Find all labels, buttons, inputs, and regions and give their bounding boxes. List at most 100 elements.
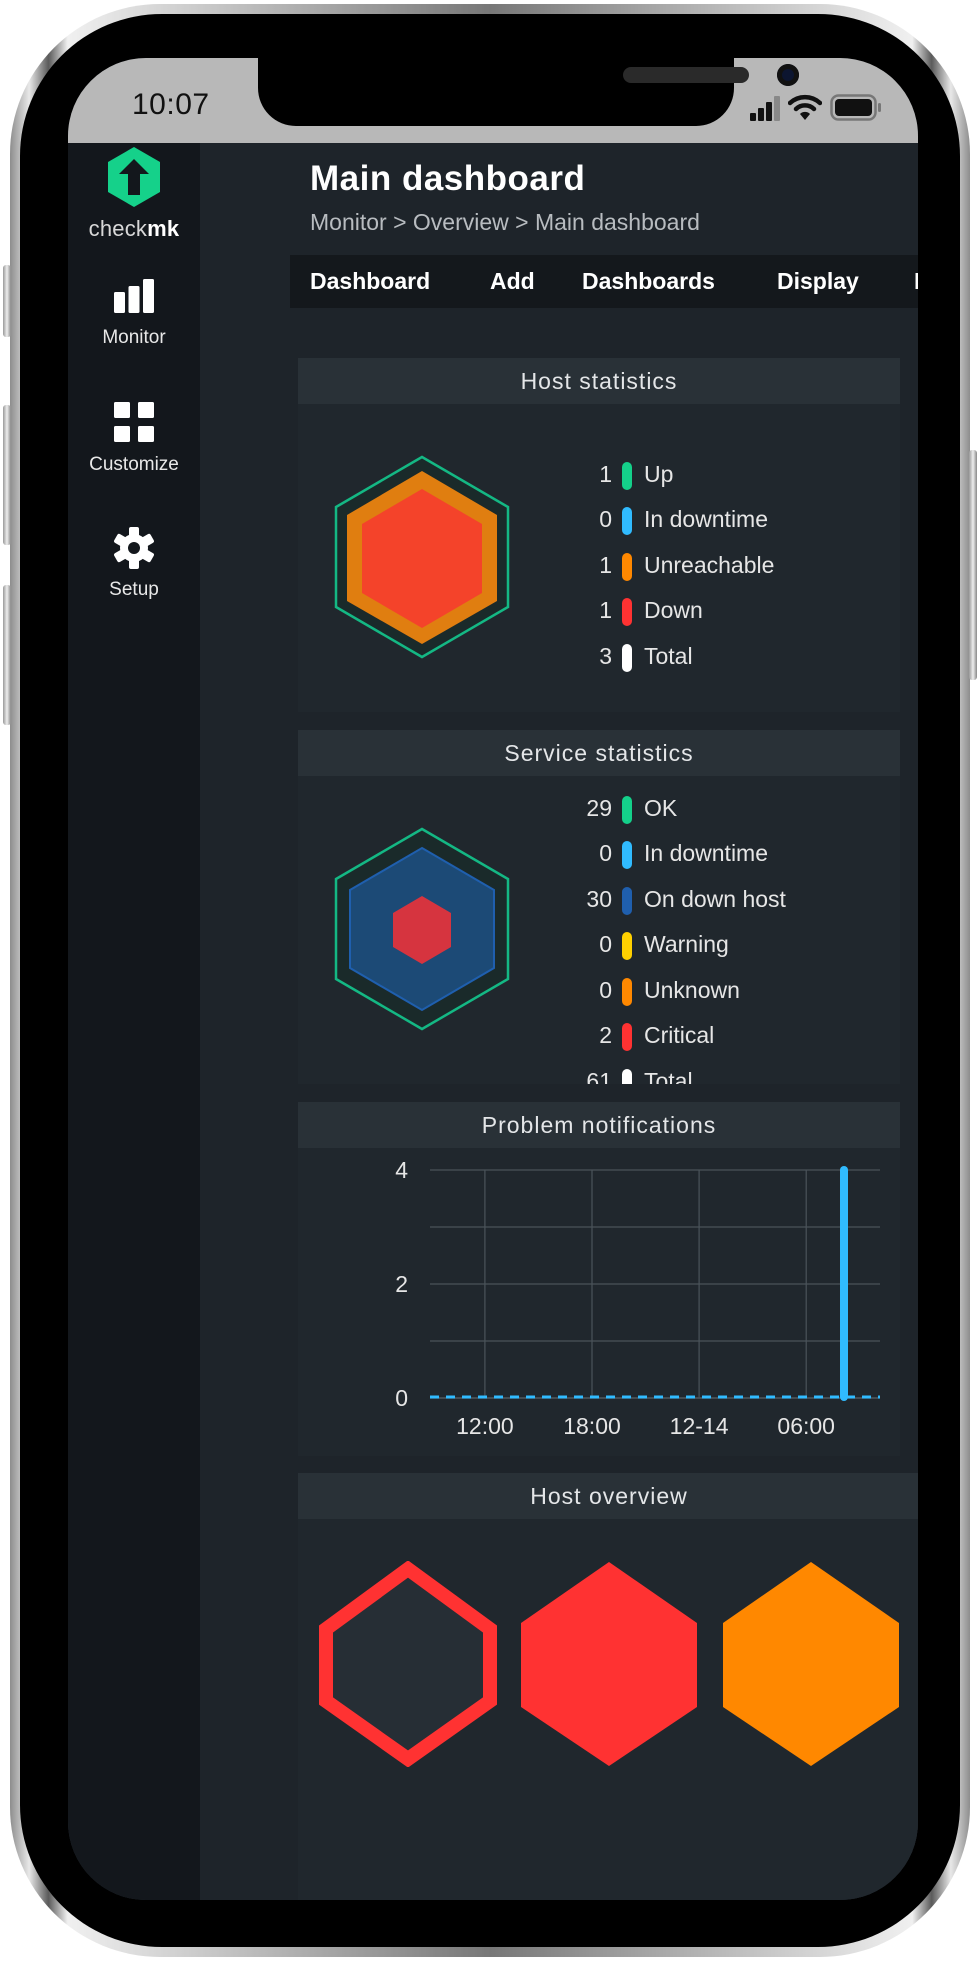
legend-label: Down xyxy=(644,597,703,623)
host-overview-dashlet: Host overview xyxy=(298,1473,918,1900)
dashlet-title: Host overview xyxy=(298,1473,918,1519)
menu-dashboards[interactable]: Dashboards xyxy=(582,268,715,295)
legend-label: Critical xyxy=(644,1022,715,1048)
legend-value: 29 xyxy=(586,795,612,821)
legend-row-total[interactable]: 3 Total xyxy=(552,636,892,676)
grid-icon xyxy=(114,402,154,442)
notch xyxy=(258,58,799,126)
phone-power-button xyxy=(969,450,977,680)
bar-chart-icon xyxy=(114,279,154,313)
status-color-bar xyxy=(622,644,632,672)
wifi-icon xyxy=(788,94,822,120)
breadcrumb[interactable]: Monitor > Overview > Main dashboard xyxy=(310,209,700,236)
legend-row-down[interactable]: 1 Down xyxy=(552,590,892,630)
service-statistics-hexagon[interactable] xyxy=(332,826,512,1032)
legend-value: 1 xyxy=(599,461,612,487)
legend-label: Unreachable xyxy=(644,552,775,578)
legend-value: 3 xyxy=(599,643,612,669)
main-content: Main dashboard Monitor > Overview > Main… xyxy=(200,143,918,1900)
menu-bar: Dashboard Add Dashboards Display Help xyxy=(290,255,918,308)
legend-value: 2 xyxy=(599,1022,612,1048)
speaker xyxy=(623,67,749,83)
legend-row-up[interactable]: 1 Up xyxy=(552,454,892,494)
x-tick-label: 06:00 xyxy=(777,1413,835,1439)
sidebar-item-customize[interactable]: Customize xyxy=(68,401,200,476)
host-statistics-hexagon[interactable] xyxy=(332,454,512,660)
y-tick-label: 4 xyxy=(395,1157,408,1183)
host-hexagon-3[interactable] xyxy=(721,1561,901,1767)
sidebar-item-label: Monitor xyxy=(102,327,166,348)
cellular-signal-icon xyxy=(750,96,780,121)
service-statistics-dashlet: Service statistics 29 OK 0 In downtime 30 O… xyxy=(298,730,900,1084)
legend-label: On down host xyxy=(644,886,786,912)
legend-label: In downtime xyxy=(644,506,769,532)
host-hexagon-1[interactable] xyxy=(318,1561,498,1767)
sidebar-item-monitor[interactable]: Monitor xyxy=(68,278,200,349)
checkmk-logo-icon xyxy=(108,147,160,207)
dashlet-title: Host statistics xyxy=(298,358,900,404)
phone-silent-switch xyxy=(3,265,11,337)
legend-value: 30 xyxy=(586,886,612,912)
legend-value: 0 xyxy=(599,977,612,1003)
battery-icon xyxy=(830,94,881,121)
logo-text-bold: mk xyxy=(147,216,180,241)
phone-volume-up xyxy=(3,405,11,545)
phone-screen: 10:07 checkmk Monitor Customize Setup Ma… xyxy=(68,58,918,1900)
status-color-bar xyxy=(622,887,632,915)
status-color-bar xyxy=(622,841,632,869)
legend-row-critical[interactable]: 2 Critical xyxy=(552,1015,892,1055)
status-color-bar xyxy=(622,978,632,1006)
problem-notifications-dashlet: Problem notifications 12:00 18:00 12-14 06:… xyxy=(298,1102,900,1456)
legend-row-ok[interactable]: 29 OK xyxy=(552,788,892,828)
status-color-bar xyxy=(622,462,632,490)
status-color-bar xyxy=(622,553,632,581)
legend-value: 0 xyxy=(599,931,612,957)
problem-notifications-chart[interactable]: 12:00 18:00 12-14 06:00 0 2 4 xyxy=(298,1148,900,1456)
y-tick-label: 0 xyxy=(395,1385,408,1411)
legend-row-unreachable[interactable]: 1 Unreachable xyxy=(552,545,892,585)
sidebar-item-setup[interactable]: Setup xyxy=(68,526,200,601)
page-title: Main dashboard xyxy=(310,159,586,198)
legend-value: 0 xyxy=(599,506,612,532)
legend-label: Total xyxy=(644,1068,693,1084)
menu-display[interactable]: Display xyxy=(777,268,859,295)
y-tick-label: 2 xyxy=(395,1271,408,1297)
logo-text-light: check xyxy=(88,216,148,241)
menu-add[interactable]: Add xyxy=(490,268,535,295)
status-color-bar xyxy=(622,1069,632,1084)
legend-row-unknown[interactable]: 0 Unknown xyxy=(552,970,892,1010)
status-color-bar xyxy=(622,507,632,535)
legend-value: 0 xyxy=(599,840,612,866)
front-camera xyxy=(777,64,799,86)
legend-row-warning[interactable]: 0 Warning xyxy=(552,924,892,964)
legend-value: 1 xyxy=(599,597,612,623)
host-statistics-dashlet: Host statistics 1 Up 0 In downtime 1 Unreac… xyxy=(298,358,900,712)
dashlet-title: Service statistics xyxy=(298,730,900,776)
x-tick-label: 18:00 xyxy=(563,1413,621,1439)
legend-label: OK xyxy=(644,795,678,821)
dashlet-title: Problem notifications xyxy=(298,1102,900,1148)
menu-dashboard[interactable]: Dashboard xyxy=(310,268,430,295)
legend-row-on-down-host[interactable]: 30 On down host xyxy=(552,879,892,919)
status-color-bar xyxy=(622,796,632,824)
sidebar: checkmk Monitor Customize Setup xyxy=(68,143,200,1900)
legend-label: Total xyxy=(644,643,693,669)
legend-row-downtime[interactable]: 0 In downtime xyxy=(552,499,892,539)
legend-label: In downtime xyxy=(644,840,769,866)
legend-value: 61 xyxy=(586,1068,612,1084)
app-root: checkmk Monitor Customize Setup Main das… xyxy=(68,143,918,1900)
host-hexagon-2[interactable] xyxy=(519,1561,699,1767)
legend-value: 1 xyxy=(599,552,612,578)
menu-help[interactable]: Help xyxy=(914,268,918,295)
status-time: 10:07 xyxy=(132,88,210,121)
status-bar: 10:07 xyxy=(68,58,918,143)
legend-row-total[interactable]: 61 Total xyxy=(552,1061,892,1084)
sidebar-item-label: Setup xyxy=(109,579,159,600)
x-tick-label: 12:00 xyxy=(456,1413,514,1439)
legend-row-downtime[interactable]: 0 In downtime xyxy=(552,833,892,873)
legend-label: Unknown xyxy=(644,977,740,1003)
status-color-bar xyxy=(622,932,632,960)
checkmk-logo[interactable]: checkmk xyxy=(68,145,200,242)
x-tick-label: 12-14 xyxy=(670,1413,729,1439)
phone-volume-down xyxy=(3,585,11,725)
